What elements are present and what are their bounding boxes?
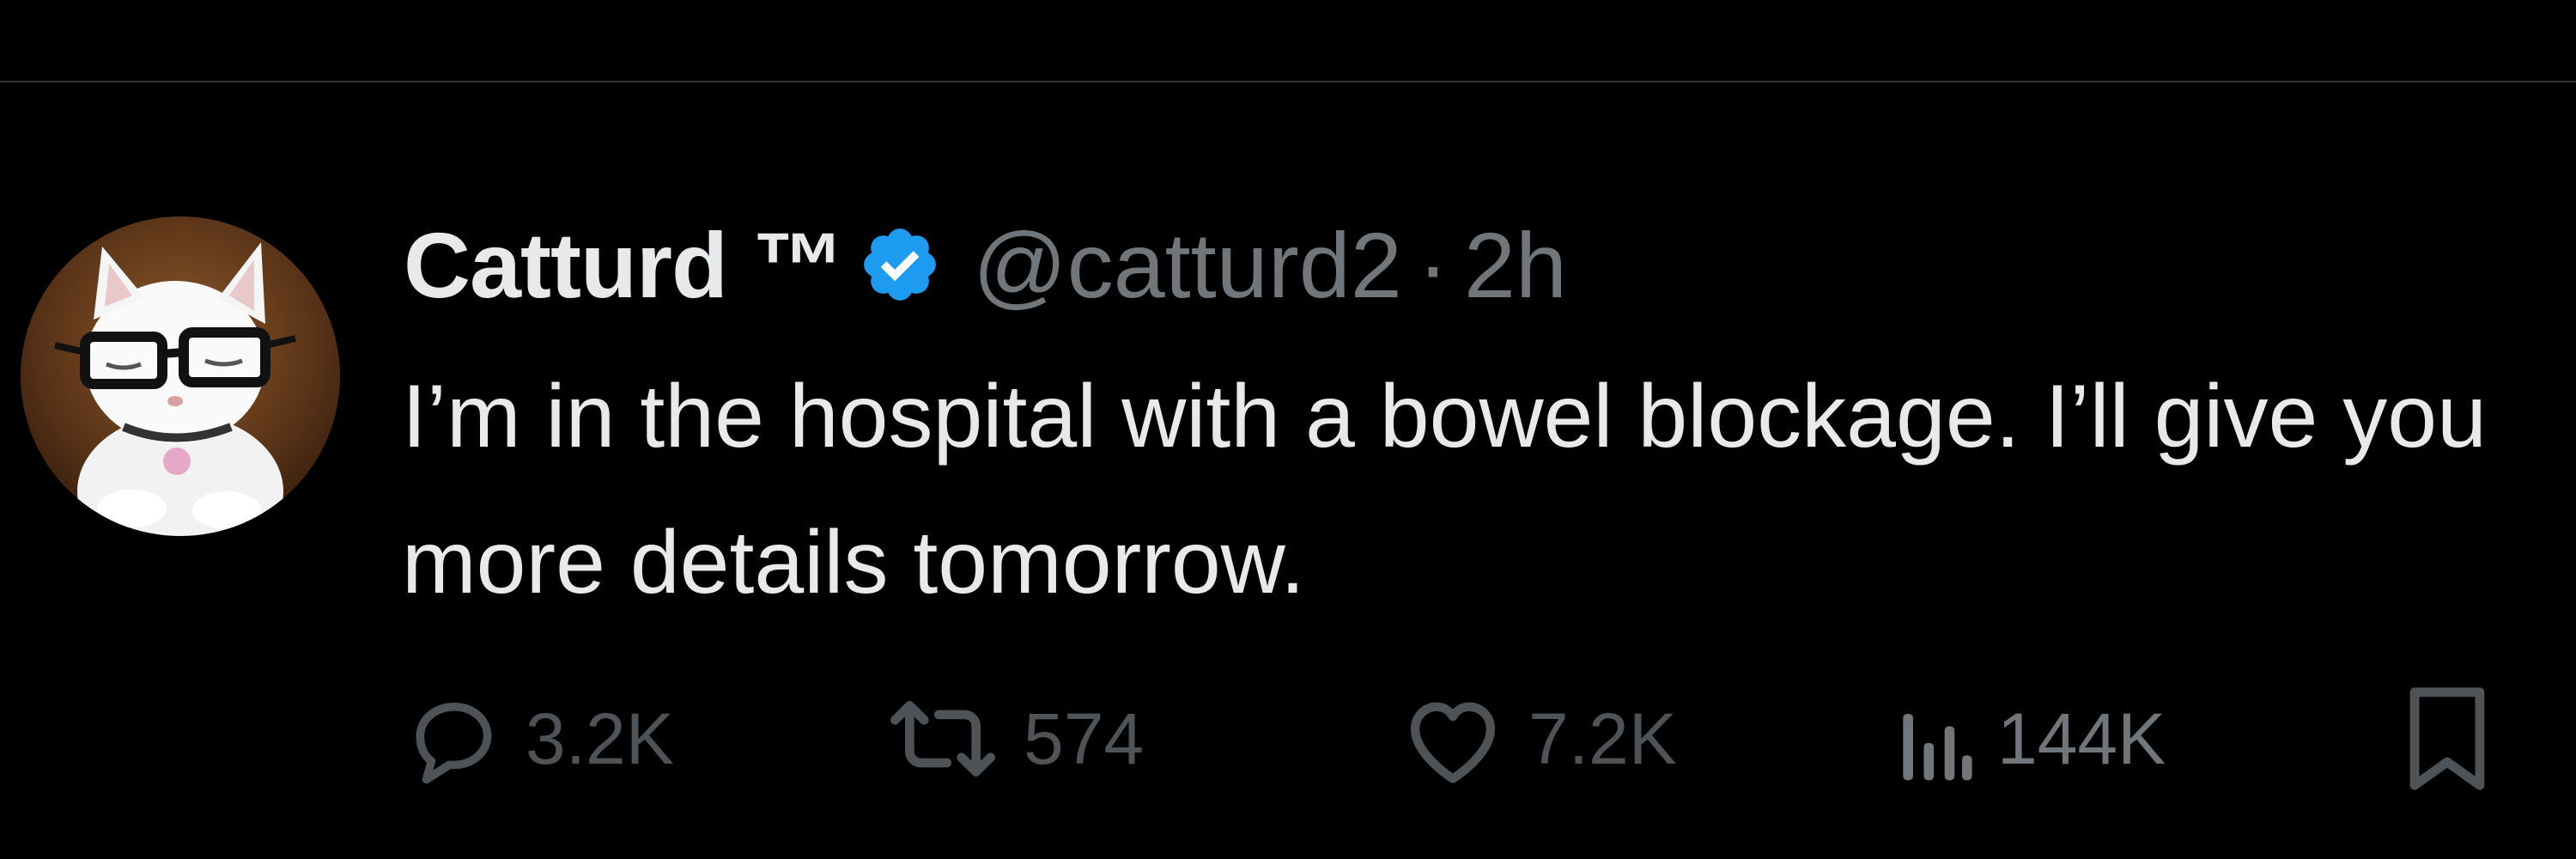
- bookmark-button[interactable]: [2404, 679, 2490, 799]
- cat-avatar-icon: [21, 216, 340, 536]
- reply-count: 3.2K: [526, 698, 674, 779]
- tweet-header: Catturd ™ @catturd2 · 2h: [404, 204, 1567, 325]
- separator-dot: ·: [1417, 212, 1449, 317]
- reply-icon: [416, 702, 492, 784]
- reply-button[interactable]: 3.2K: [404, 679, 674, 799]
- retweet-button[interactable]: 574: [884, 679, 1144, 799]
- like-button[interactable]: 7.2K: [1400, 679, 1677, 799]
- avatar[interactable]: [21, 216, 340, 536]
- tweet-page: Catturd ™ @catturd2 · 2h I’m in the hosp…: [0, 0, 2576, 859]
- retweet-count: 574: [1024, 698, 1145, 779]
- views-count: 144K: [1997, 698, 2166, 779]
- views-button[interactable]: 144K: [1898, 679, 2166, 799]
- author-name[interactable]: Catturd ™: [404, 211, 845, 319]
- like-count: 7.2K: [1528, 698, 1677, 779]
- tweet-timestamp[interactable]: 2h: [1464, 211, 1567, 319]
- verified-badge-icon[interactable]: [858, 222, 942, 307]
- tweet-actions: 3.2K 574 7.2K 144K: [404, 679, 2507, 799]
- divider: [0, 81, 2576, 82]
- heart-icon: [1410, 702, 1496, 783]
- author-handle[interactable]: @catturd2: [973, 211, 1402, 319]
- tweet-text: I’m in the hospital with a bowel blockag…: [402, 367, 2487, 612]
- bookmark-icon: [2409, 687, 2485, 790]
- views-chart-icon: [1903, 714, 1972, 781]
- retweet-icon: [890, 701, 995, 777]
